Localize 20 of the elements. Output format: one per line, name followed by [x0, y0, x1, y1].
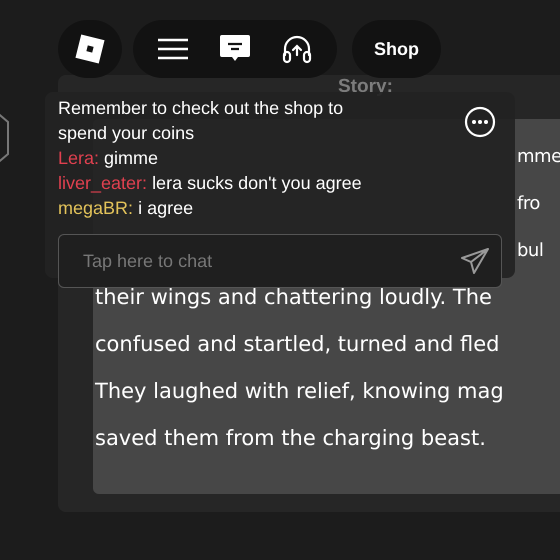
chat-input-field[interactable]: Tap here to chat: [58, 234, 502, 288]
story-text: fro: [517, 193, 540, 214]
shop-button[interactable]: Shop: [352, 20, 441, 78]
story-text: their wings and chattering loudly. The: [95, 285, 492, 309]
chat-username: megaBR:: [58, 198, 134, 218]
story-heading: Story:: [338, 77, 393, 97]
chat-username: Lera:: [58, 148, 100, 168]
story-text: They laughed with relief, knowing mag: [95, 379, 504, 403]
send-icon[interactable]: [460, 247, 490, 275]
chat-username: liver_eater:: [58, 173, 148, 193]
logo-icon: [75, 34, 105, 64]
menu-icon: [157, 37, 189, 61]
chat-message: lera sucks don't you agree: [152, 173, 362, 193]
chat-message: i agree: [138, 198, 194, 218]
headphones-upload-icon: [281, 33, 313, 65]
story-text: bul: [517, 240, 544, 261]
more-options-icon[interactable]: [464, 106, 496, 138]
chat-message: gimme: [104, 148, 158, 168]
story-text: saved them from the charging beast.: [95, 426, 486, 450]
story-text: confused and startled, turned and fled: [95, 332, 500, 356]
